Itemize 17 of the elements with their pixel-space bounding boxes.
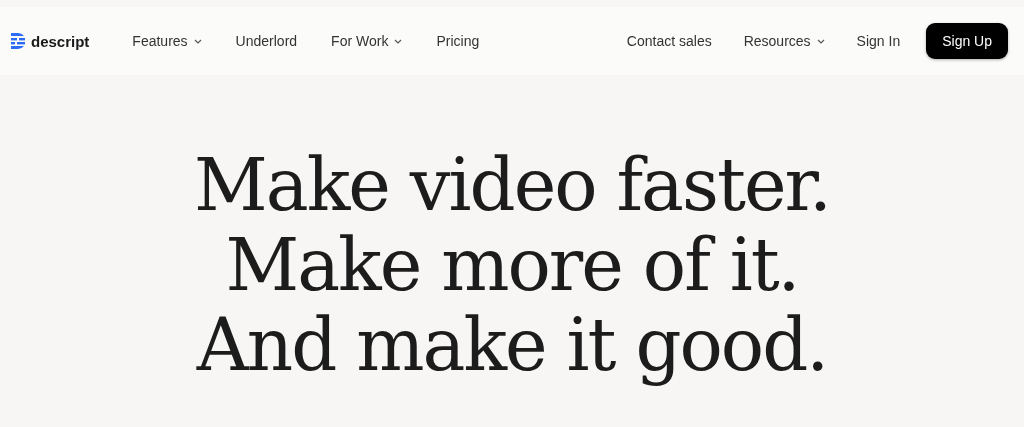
caret-icon — [394, 38, 403, 44]
nav-link[interactable]: For Work — [331, 33, 403, 49]
nav-link[interactable]: Pricing — [436, 33, 480, 49]
descript-logo[interactable]: descript — [11, 32, 90, 50]
logo-text: descript — [31, 32, 90, 50]
headline: Make video faster. — [194, 145, 830, 225]
caret-icon — [193, 38, 202, 44]
nav-link[interactable]: Underlord — [235, 33, 298, 49]
headline: And make it good. — [196, 305, 828, 385]
caret-icon — [816, 38, 825, 44]
nav-link[interactable]: Contact sales — [626, 33, 712, 49]
sign-up-button[interactable]: Sign Up — [926, 23, 1008, 59]
nav-link[interactable]: Features — [132, 33, 202, 49]
logo-icon — [11, 32, 25, 50]
headline: Make more of it. — [225, 225, 799, 305]
nav-link[interactable]: Resources — [743, 33, 825, 49]
nav-link[interactable]: Sign In — [856, 33, 901, 49]
